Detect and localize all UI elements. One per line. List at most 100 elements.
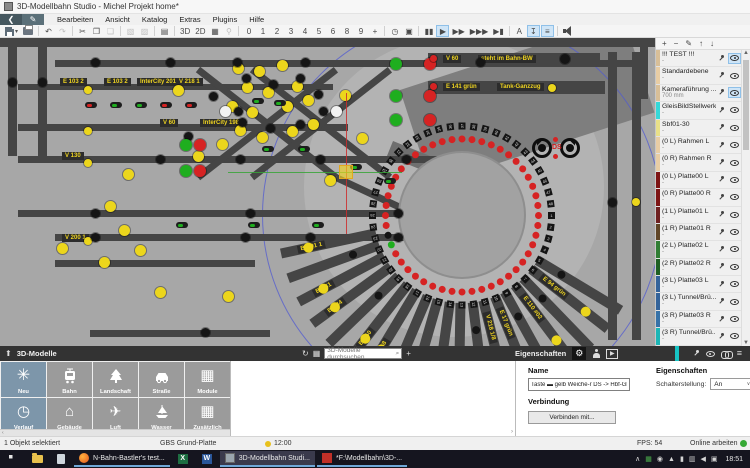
link-icon[interactable]	[720, 350, 733, 359]
push-button[interactable]	[84, 127, 92, 135]
battery-icon[interactable]: ▮	[680, 455, 684, 463]
turntable-ring-lamp[interactable]	[448, 135, 456, 144]
print-icon[interactable]	[21, 25, 35, 37]
auto-size-icon[interactable]: A	[513, 25, 526, 37]
start-button[interactable]	[2, 451, 24, 467]
push-button[interactable]	[172, 84, 184, 96]
direction-toggle[interactable]	[298, 146, 310, 152]
turntable-position-badge[interactable]: 24	[369, 222, 378, 231]
pause-icon[interactable]: ▮▮	[422, 25, 435, 37]
direction-toggle[interactable]	[135, 102, 147, 108]
camera-4[interactable]: 4	[298, 25, 311, 37]
pin-icon[interactable]	[718, 211, 725, 218]
menu-extras[interactable]: Extras	[174, 14, 205, 25]
switch-state-dropdown[interactable]: An ∨	[710, 378, 750, 390]
move-layer-up-button[interactable]: ↑	[699, 39, 703, 49]
menu-icon[interactable]: ≡	[737, 349, 742, 358]
menu-katalog[interactable]: Katalog	[137, 14, 172, 25]
scroll-right-icon[interactable]: ›	[511, 429, 513, 435]
turntable-position-badge[interactable]: 37	[458, 122, 466, 129]
pin-icon[interactable]	[718, 228, 725, 236]
push-button[interactable]	[154, 286, 166, 298]
view-2d-button[interactable]: 2D	[193, 25, 207, 37]
turntable-position-badge[interactable]: 2	[546, 222, 555, 231]
category-tile-gebäude[interactable]: ⌂ Gebäude	[47, 398, 92, 433]
layer-row[interactable]: (0 R) Platte00 R-	[656, 189, 750, 207]
taskbar-clock[interactable]: 18:51	[725, 456, 743, 463]
import-icon[interactable]: ↧	[526, 25, 540, 37]
menu-plugins[interactable]: Plugins	[208, 14, 243, 25]
layer-row[interactable]: (2 L) Platte02 L-	[656, 241, 750, 259]
push-button[interactable]	[246, 106, 258, 118]
taskbar-window-button[interactable]: N-Bahn-Bastler's test...	[74, 451, 170, 467]
pin-icon[interactable]	[718, 332, 725, 340]
refresh-icon[interactable]: ↻	[302, 349, 309, 358]
panel-splitter[interactable]	[674, 346, 679, 361]
selected-object[interactable]	[339, 165, 353, 179]
camera-0[interactable]: 0	[242, 25, 255, 37]
rotate-ccw-button[interactable]	[532, 138, 552, 158]
visibility-toggle[interactable]	[728, 70, 741, 81]
network-icon[interactable]: ▥	[689, 455, 696, 463]
tray-app-icon-circle[interactable]: ◉	[657, 455, 663, 463]
pin-icon[interactable]	[718, 124, 725, 131]
turntable-ring-lamp[interactable]	[382, 211, 389, 219]
model-search-input[interactable]: 3D-Modelle durchsuchen ⌕	[324, 347, 403, 361]
fastest-forward-icon[interactable]: ▶▶▶	[468, 25, 490, 37]
turntable-position-badge[interactable]: 36	[446, 122, 455, 131]
visibility-toggle[interactable]	[728, 279, 741, 290]
scroll-down-icon[interactable]: ▼	[742, 340, 750, 346]
turntable-position-badge[interactable]: 12	[469, 299, 478, 308]
category-tile-zusätzlich[interactable]: ▦ Zusätzlich	[185, 398, 230, 433]
turntable-ring-lamp[interactable]	[535, 211, 542, 219]
category-tile-module[interactable]: ▦ Module	[185, 362, 230, 397]
category-tile-landschaft[interactable]: Landschaft	[93, 362, 138, 397]
layer-row[interactable]: (1 L) Platte01 L-	[656, 206, 750, 224]
turntable-ring-lamp[interactable]	[468, 286, 476, 295]
edit-mode-button[interactable]: ✎	[22, 14, 44, 25]
push-button[interactable]	[216, 138, 228, 150]
pin-icon[interactable]	[718, 315, 725, 323]
taskbar-window-button[interactable]: *F:\Modellbahn\3D-...	[316, 451, 408, 467]
turntable-ring-lamp[interactable]	[533, 201, 542, 209]
visibility-toggle[interactable]	[728, 331, 741, 342]
pin-icon[interactable]	[718, 141, 725, 149]
layer-row[interactable]: Kameraführung ... 700 mm	[656, 84, 750, 103]
turntable-ring-lamp[interactable]	[448, 286, 456, 295]
camera-add[interactable]: +	[368, 25, 381, 37]
layer-row[interactable]: (1 R) Platte01 R-	[656, 223, 750, 242]
turntable-ring-lamp[interactable]	[458, 288, 466, 295]
layer-row[interactable]: (3 L) Platte03 L-	[656, 276, 750, 294]
direction-toggle[interactable]	[248, 222, 260, 228]
list-icon[interactable]: ▤	[158, 25, 171, 37]
direction-toggle[interactable]	[252, 98, 264, 104]
pin-icon[interactable]	[718, 176, 725, 183]
visibility-toggle[interactable]	[728, 296, 741, 307]
hidden-icons-icon[interactable]: ∧	[635, 455, 640, 463]
eye-icon[interactable]	[705, 350, 715, 357]
direction-toggle[interactable]	[312, 222, 324, 228]
pin-icon[interactable]	[718, 89, 725, 96]
direction-toggle[interactable]	[185, 102, 197, 108]
visibility-toggle[interactable]	[728, 209, 741, 220]
push-button[interactable]	[118, 224, 130, 236]
visibility-toggle[interactable]	[728, 244, 741, 255]
camera-5[interactable]: 5	[312, 25, 325, 37]
camera-1[interactable]: 1	[256, 25, 269, 37]
pin-icon[interactable]	[718, 54, 725, 62]
layer-row[interactable]: (0 L) Platte00 L-	[656, 171, 750, 190]
turntable-ring-lamp[interactable]	[468, 135, 476, 144]
push-button[interactable]	[356, 132, 368, 144]
rotate-cw-button[interactable]	[560, 138, 580, 158]
turntable-position-badge[interactable]: 14	[446, 299, 455, 308]
layers-scrollbar[interactable]: ▲ ▼	[741, 50, 750, 346]
direction-toggle[interactable]	[85, 102, 97, 108]
push-button[interactable]	[84, 159, 92, 167]
layer-row[interactable]: (3 R) Tunnel/Brü... -	[656, 328, 750, 346]
save-caret-icon[interactable]: ▾	[15, 28, 18, 35]
turntable-position-badge[interactable]: 38	[469, 122, 478, 131]
scroll-up-icon[interactable]: ▲	[742, 50, 750, 56]
push-button[interactable]	[122, 168, 134, 180]
turntable-ring-lamp[interactable]	[458, 135, 466, 142]
event-clock-icon[interactable]: ◷	[388, 25, 401, 37]
